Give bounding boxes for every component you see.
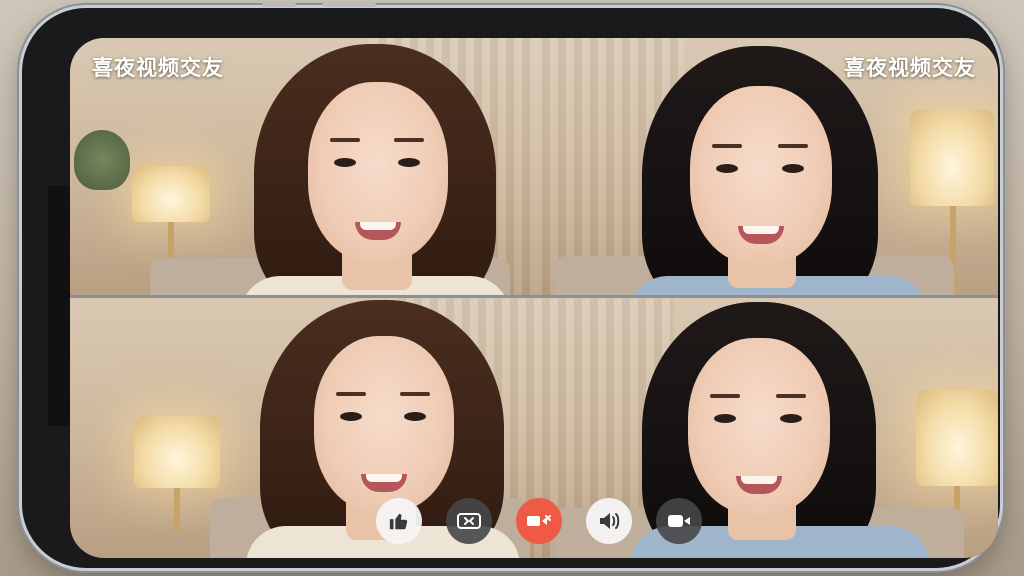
face <box>688 338 830 514</box>
lamp <box>134 416 220 488</box>
teeth <box>741 476 777 484</box>
face <box>314 336 454 512</box>
camera-toggle-button[interactable] <box>656 498 702 544</box>
smile <box>736 476 782 494</box>
left-eye <box>334 158 356 167</box>
right-eyebrow <box>394 138 424 142</box>
lamp <box>916 390 998 486</box>
speaker-button[interactable] <box>586 498 632 544</box>
like-button[interactable] <box>376 498 422 544</box>
right-eyebrow <box>778 144 808 148</box>
phone-frame: 喜夜视频交友 喜夜视频交友 <box>22 3 1000 568</box>
right-eye <box>404 412 426 421</box>
right-eyebrow <box>400 392 430 396</box>
switch-camera-icon <box>457 513 481 529</box>
face <box>690 86 832 264</box>
right-eye <box>780 414 802 423</box>
tile-divider <box>70 295 998 298</box>
switch-camera-button[interactable] <box>446 498 492 544</box>
power-button <box>322 3 376 7</box>
volume-button <box>262 3 296 7</box>
participant-video-top-right[interactable]: 喜夜视频交友 <box>534 38 998 296</box>
face <box>308 82 448 262</box>
video-camera-icon <box>668 515 690 527</box>
participant-video-top-left[interactable]: 喜夜视频交友 <box>70 38 534 296</box>
lamp <box>910 110 994 206</box>
thumbs-up-icon <box>389 513 408 530</box>
left-eyebrow <box>336 392 366 396</box>
speaker-icon <box>600 513 620 529</box>
teeth <box>366 474 402 482</box>
smile <box>355 222 401 240</box>
right-eye <box>398 158 420 167</box>
teeth <box>743 226 779 234</box>
teeth <box>360 222 396 230</box>
video-call-screen: 喜夜视频交友 喜夜视频交友 <box>70 38 998 558</box>
smile <box>361 474 407 492</box>
left-eye <box>340 412 362 421</box>
left-eyebrow <box>712 144 742 148</box>
lamp <box>132 166 210 222</box>
right-eye <box>782 164 804 173</box>
end-call-button[interactable] <box>516 498 562 544</box>
left-eyebrow <box>710 394 740 398</box>
left-eye <box>714 414 736 423</box>
app-watermark-left: 喜夜视频交友 <box>92 56 224 80</box>
left-eyebrow <box>330 138 360 142</box>
lamp-stem <box>168 222 174 262</box>
right-eyebrow <box>776 394 806 398</box>
app-watermark-right: 喜夜视频交友 <box>844 56 976 80</box>
smile <box>738 226 784 244</box>
plant <box>74 130 130 190</box>
video-call-end-icon <box>527 515 551 526</box>
call-controls-bar <box>70 498 998 546</box>
left-eye <box>716 164 738 173</box>
